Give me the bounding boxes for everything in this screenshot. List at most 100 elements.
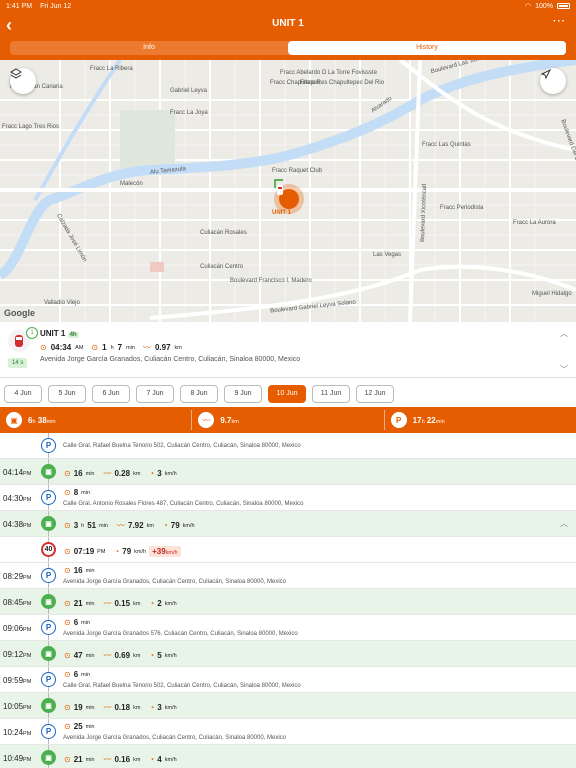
ignition-badge: 1 (26, 327, 38, 339)
navigation-arrow-icon (540, 68, 552, 80)
history-timeline: P Calle Gral. Rafael Buelna Tenorio 502,… (0, 433, 576, 768)
timer-icon: ⊙ (64, 755, 71, 764)
parking-icon: P (41, 568, 56, 583)
list-item-drive[interactable]: 08:45PM ▣ ⊙ 21 min 〰 0.15 km ◔ 2 km/h (0, 589, 576, 615)
map-label: Las Vegas (373, 252, 402, 258)
speedometer-icon: ◔ (114, 547, 120, 556)
date-chip[interactable]: 11 Jun (312, 385, 350, 403)
car-icon (15, 335, 23, 347)
route-icon: 〰 (198, 412, 215, 428)
list-item-parking[interactable]: 09:59PM P ⊙ 6 min Calle Gral. Rafael Bueln… (0, 667, 576, 693)
vehicle-address: Avenida Jorge García Granados, Culiacán … (40, 356, 301, 363)
vehicle-stats: ⊙ 04:34 AM ⊙ 1 h 7 min 〰 0.97 km (40, 342, 182, 353)
parking-duration: ⊙ 6 min (64, 618, 91, 627)
date-chip-selected[interactable]: 10 Jun (268, 385, 306, 403)
parking-address: Calle Gral. Rafael Buelna Tenorio 502, C… (63, 683, 301, 689)
parking-address: Avenida Jorge García Granados, Culiacán … (63, 579, 287, 585)
speeding-stats: ⊙ 07:19 PM ◔ 79 km/h +39km/h (64, 546, 181, 557)
row-time: 04:30PM (3, 494, 32, 503)
parking-duration: ⊙ 8 min (64, 488, 91, 497)
date-chip[interactable]: 7 Jun (136, 385, 174, 403)
map-label: Boulevard Francisco I. Madero (230, 278, 312, 284)
date-selector: 4 Jun 5 Jun 6 Jun 7 Jun 8 Jun 9 Jun 10 J… (0, 381, 576, 407)
more-icon[interactable]: ··· (553, 16, 566, 27)
row-time: 09:59PM (3, 676, 32, 685)
layers-button[interactable] (10, 68, 36, 94)
map-label: Fracc Abelardo D La Torre Fovissste (280, 70, 377, 76)
date-chip[interactable]: 6 Jun (92, 385, 130, 403)
map-label: Miguel Hidalgo (532, 291, 572, 297)
summary-parked: P 17h 22min (385, 410, 576, 430)
vehicle-info-panel: 1 UNIT 1 4h ︿ ⊙ 04:34 AM ⊙ 1 h 7 min 〰 0.97 k… (0, 322, 576, 378)
chevron-up-icon[interactable]: ︿ (560, 518, 568, 529)
drive-stats: ⊙ 3 h 51 min 〰 7.92 km ◔ 79 km/h (64, 521, 195, 530)
tab-history[interactable]: History (288, 41, 566, 55)
map-label: Fracc Lago Tres Rios (2, 124, 60, 130)
list-item-parking[interactable]: 04:30PM P ⊙ 8 min Calle Gral. Antonio Rosa… (0, 485, 576, 511)
row-time: 09:12PM (3, 650, 32, 659)
date-chip[interactable]: 9 Jun (224, 385, 262, 403)
parking-icon: P (390, 412, 407, 428)
elapsed-badge: 14 s (8, 358, 28, 368)
timer-icon: ⊙ (64, 703, 71, 712)
timer-icon: ⊙ (64, 599, 71, 608)
drive-stats: ⊙ 19 min 〰 0.18 km ◔ 3 km/h (64, 703, 177, 712)
list-item-drive[interactable]: 04:38PM ▣ ⊙ 3 h 51 min 〰 7.92 km ◔ 79 km/h ︿ (0, 511, 576, 537)
list-item-drive[interactable]: 10:49PM ▣ ⊙ 21 min 〰 0.16 km ◔ 4 km/h (0, 745, 576, 768)
layers-icon (10, 68, 22, 79)
route-icon: 〰 (117, 521, 125, 530)
speed-limit-sign: 40 (41, 542, 56, 557)
tab-info[interactable]: Info (10, 41, 288, 55)
date-chip[interactable]: 4 Jun (4, 385, 42, 403)
parking-icon: P (41, 724, 56, 739)
route-icon: 〰 (103, 703, 112, 712)
duration-hours: 1 (102, 343, 107, 352)
list-item-drive[interactable]: 09:12PM ▣ ⊙ 47 min 〰 0.69 km ◔ 5 km/h (0, 641, 576, 667)
map-view[interactable]: Fracc La Ribera Fracc Gran Canaria Gabri… (0, 60, 576, 322)
list-item-parking[interactable]: 09:06PM P ⊙ 6 min Avenida Jorge García Gra… (0, 615, 576, 641)
map-label: Culiacán Rosales (200, 230, 247, 236)
google-logo: Google (4, 308, 35, 318)
list-item-speeding[interactable]: 40 ⊙ 07:19 PM ◔ 79 km/h +39km/h (0, 537, 576, 563)
list-item-drive[interactable]: 10:05PM ▣ ⊙ 19 min 〰 0.18 km ◔ 3 km/h (0, 693, 576, 719)
battery-icon (557, 3, 570, 9)
route-icon: 〰 (103, 599, 112, 608)
summary-distance: 〰 9.7km (192, 410, 385, 430)
map-label: Fracc Raquet Club (272, 168, 323, 174)
parking-icon: P (41, 490, 56, 505)
timer-icon: ⊙ (64, 618, 71, 627)
distance-value: 0.97 (154, 343, 171, 352)
date-chip[interactable]: 5 Jun (48, 385, 86, 403)
map-label: Malecón (120, 181, 143, 187)
duration-minutes-unit: min (126, 344, 135, 351)
list-item-parking[interactable]: P Calle Gral. Rafael Buelna Tenorio 502,… (0, 433, 576, 459)
chevron-down-icon[interactable]: ﹀ (560, 364, 568, 375)
route-icon: 〰 (142, 343, 151, 352)
parking-address: Calle Gral. Antonio Rosales Flores 487, … (63, 501, 304, 507)
page-title: UNIT 1 (272, 18, 304, 29)
list-item-drive[interactable]: 04:14PM ▣ ⊙ 16 min 〰 0.28 km ◔ 3 km/h (0, 459, 576, 485)
status-time: 1:41 PM (6, 2, 33, 10)
speed-icon: ◔ (149, 703, 155, 712)
list-item-parking[interactable]: 08:29PM P ⊙ 16 min Avenida Jorge García Gr… (0, 563, 576, 589)
distance-unit: km (174, 344, 182, 351)
unit-name: UNIT 1 4h (40, 329, 79, 338)
speed-icon: ◔ (149, 755, 155, 764)
row-time: 08:29PM (3, 572, 32, 581)
marker-label: UNIT 1 (272, 210, 292, 216)
wifi-icon: ◠ (524, 3, 532, 10)
locate-button[interactable] (540, 68, 566, 94)
row-time: 04:14PM (3, 468, 32, 477)
parking-icon: P (41, 438, 56, 453)
car-icon: ▣ (41, 516, 56, 531)
date-chip[interactable]: 8 Jun (180, 385, 218, 403)
signal-badge: 4h (67, 332, 79, 338)
timer-icon: ⊙ (64, 488, 71, 497)
summary-driving: ▣ 6h 38min (0, 410, 193, 430)
date-chip[interactable]: 12 Jun (356, 385, 394, 403)
row-time: 04:38PM (3, 520, 32, 529)
parking-icon: P (41, 672, 56, 687)
list-item-parking[interactable]: 10:24PM P ⊙ 25 min Avenida Jorge García Gr… (0, 719, 576, 745)
parking-duration: ⊙ 6 min (64, 670, 91, 679)
chevron-up-icon[interactable]: ︿ (560, 328, 568, 339)
